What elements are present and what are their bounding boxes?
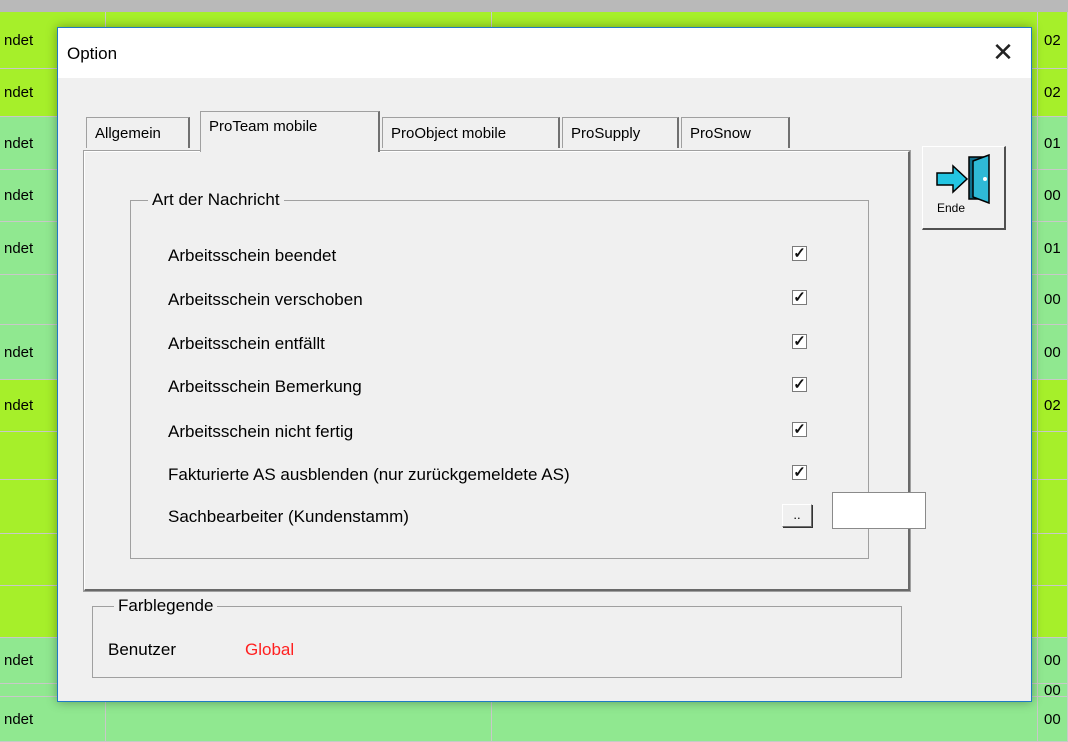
background-cell: 02 [1038,12,1068,69]
background-cell: 00 [1038,170,1068,222]
dialog-title: Option [67,44,118,63]
background-row: ndet 00 [0,697,1068,742]
background-cell [1038,480,1068,534]
close-icon[interactable]: ✕ [989,38,1017,66]
tab-prosnow[interactable]: ProSnow [681,117,790,148]
option-label: Arbeitsschein entfällt [168,334,325,353]
option-dialog: Option ✕ Allgemein ProTeam mobile ProObj… [57,27,1032,702]
exit-door-icon [936,153,990,205]
option-row: Arbeitsschein verschoben ✓ [168,287,828,313]
option-label: Arbeitsschein beendet [168,246,337,265]
legend-user: Benutzer [108,640,177,659]
background-cell: 00 [1038,697,1068,742]
sachbearbeiter-row: Sachbearbeiter (Kundenstamm) .. [168,492,926,530]
checkbox[interactable]: ✓ [792,246,807,261]
background-cell: 01 [1038,222,1068,275]
background-cell: ndet [0,697,106,742]
legend-global: Global [245,640,295,659]
background-cell: 01 [1038,117,1068,170]
option-label: Arbeitsschein verschoben [168,290,363,309]
legend-box [92,606,902,678]
checkbox[interactable]: ✓ [792,465,807,480]
checkbox[interactable]: ✓ [792,377,807,392]
option-label: Arbeitsschein Bemerkung [168,377,362,396]
option-label: Arbeitsschein nicht fertig [168,422,354,441]
legend-title: Farblegende [114,596,218,616]
tab-allgemein[interactable]: Allgemein [86,117,190,148]
option-row: Arbeitsschein nicht fertig ✓ [168,419,828,445]
option-label: Fakturierte AS ausblenden (nur zurückgem… [168,465,570,484]
checkbox[interactable]: ✓ [792,290,807,305]
exit-label: Ende [937,201,966,215]
sachbearbeiter-input[interactable] [832,492,926,529]
background-cell [492,697,1038,742]
option-row: Arbeitsschein entfällt ✓ [168,331,828,357]
background-cell [106,697,492,742]
background-cell [1038,534,1068,586]
background-cell: 00 [1038,682,1068,699]
titlebar: Option ✕ [58,28,1031,78]
group-title: Art der Nachricht [148,190,284,210]
background-cell: 02 [1038,69,1068,117]
tab-proteam-mobile[interactable]: ProTeam mobile [200,111,380,152]
background-cell: 00 [1038,275,1068,325]
option-row: Fakturierte AS ausblenden (nur zurückgem… [168,462,828,488]
checkbox[interactable]: ✓ [792,334,807,349]
option-row: Arbeitsschein beendet ✓ [168,243,828,269]
background-cell [1038,586,1068,638]
background-cell [1038,432,1068,480]
tab-prosupply[interactable]: ProSupply [562,117,679,148]
browse-button[interactable]: .. [782,504,812,527]
option-row: Arbeitsschein Bemerkung ✓ [168,374,828,400]
exit-button[interactable]: Ende [922,146,1006,230]
checkbox[interactable]: ✓ [792,422,807,437]
background-cell: 02 [1038,380,1068,432]
background-cell: 00 [1038,325,1068,380]
tab-proobject-mobile[interactable]: ProObject mobile [382,117,560,148]
sachbearbeiter-label: Sachbearbeiter (Kundenstamm) [168,507,409,526]
background-cell: 00 [1038,638,1068,684]
top-strip [0,0,1068,12]
